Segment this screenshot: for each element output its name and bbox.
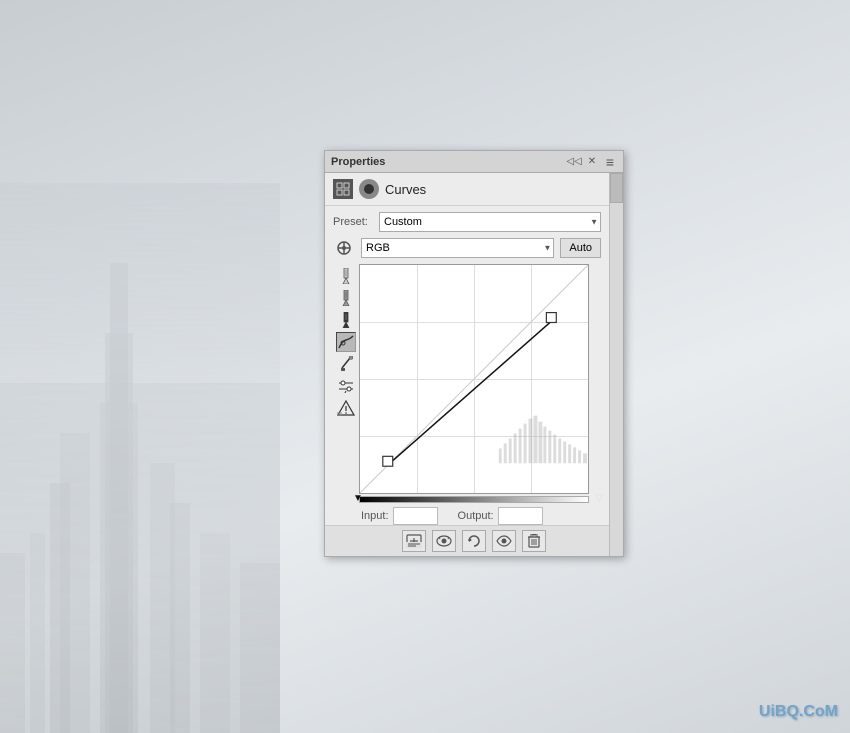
clip-to-layer-button[interactable] bbox=[402, 530, 426, 552]
preset-label: Preset: bbox=[333, 216, 373, 228]
curves-edit-tool[interactable] bbox=[336, 332, 356, 352]
input-value[interactable] bbox=[393, 507, 438, 525]
circle-icon bbox=[363, 183, 375, 195]
input-field: Input: bbox=[361, 507, 438, 525]
auto-button[interactable]: Auto bbox=[560, 238, 601, 258]
mask-warning-tool[interactable] bbox=[336, 398, 356, 418]
channel-icon bbox=[333, 239, 355, 257]
preset-select[interactable]: Custom bbox=[379, 212, 601, 232]
white-eyedropper-tool[interactable] bbox=[336, 266, 356, 286]
panel-scrollbar[interactable] bbox=[609, 173, 623, 556]
black-point-marker[interactable]: ▼ bbox=[353, 493, 363, 504]
curves-tools bbox=[333, 264, 359, 503]
visibility-button[interactable] bbox=[492, 530, 516, 552]
output-label: Output: bbox=[458, 510, 494, 522]
reset-icon bbox=[467, 534, 481, 548]
output-value[interactable] bbox=[498, 507, 543, 525]
adjustments-tool[interactable] bbox=[336, 376, 356, 396]
io-row: Input: Output: bbox=[333, 507, 601, 525]
panel-header: Curves bbox=[325, 173, 609, 206]
curves-graph[interactable] bbox=[359, 264, 589, 494]
preset-row: Preset: Custom ▼ bbox=[333, 212, 601, 232]
reset-button[interactable] bbox=[462, 530, 486, 552]
channel-row: RGB ▼ Auto bbox=[333, 238, 601, 258]
curves-svg bbox=[360, 265, 588, 493]
curves-icon bbox=[359, 179, 379, 199]
panel-title: Properties bbox=[331, 156, 385, 168]
gray-eyedropper-tool[interactable] bbox=[336, 288, 356, 308]
preset-select-wrapper: Custom ▼ bbox=[379, 212, 601, 232]
input-label: Input: bbox=[361, 510, 389, 522]
channel-select-wrapper: RGB ▼ bbox=[361, 238, 554, 258]
collapse-button[interactable]: ◁◁ bbox=[567, 155, 581, 169]
output-field: Output: bbox=[458, 507, 543, 525]
view-button[interactable] bbox=[432, 530, 456, 552]
adjustment-icon bbox=[333, 179, 353, 199]
city-silhouette bbox=[0, 183, 280, 733]
delete-button[interactable] bbox=[522, 530, 546, 552]
panel-menu-button[interactable]: ≡ bbox=[603, 155, 617, 169]
panel-toolbar bbox=[325, 525, 623, 556]
trash-icon bbox=[528, 534, 540, 548]
properties-panel: Properties ◁◁ ✕ ≡ bbox=[324, 150, 624, 557]
white-point-marker[interactable]: ▽ bbox=[595, 493, 603, 504]
brush-curves-tool[interactable] bbox=[336, 354, 356, 374]
curves-title: Curves bbox=[385, 182, 426, 197]
visibility-icon bbox=[496, 535, 512, 547]
grid-icon bbox=[336, 182, 350, 196]
channel-select[interactable]: RGB bbox=[361, 238, 554, 258]
curves-section: ▼ ▽ bbox=[333, 264, 601, 503]
target-icon bbox=[335, 240, 353, 256]
gradient-row: ▼ ▽ bbox=[359, 496, 589, 503]
eye-icon bbox=[436, 535, 452, 547]
scroll-thumb[interactable] bbox=[610, 173, 623, 203]
black-eyedropper-tool[interactable] bbox=[336, 310, 356, 330]
panel-titlebar: Properties ◁◁ ✕ ≡ bbox=[325, 151, 623, 173]
watermark: UiBQ.CoM bbox=[759, 703, 838, 721]
close-button[interactable]: ✕ bbox=[585, 155, 599, 169]
clip-icon bbox=[406, 534, 422, 548]
panel-title-controls: ◁◁ ✕ ≡ bbox=[567, 155, 617, 169]
gradient-bar bbox=[359, 496, 589, 503]
